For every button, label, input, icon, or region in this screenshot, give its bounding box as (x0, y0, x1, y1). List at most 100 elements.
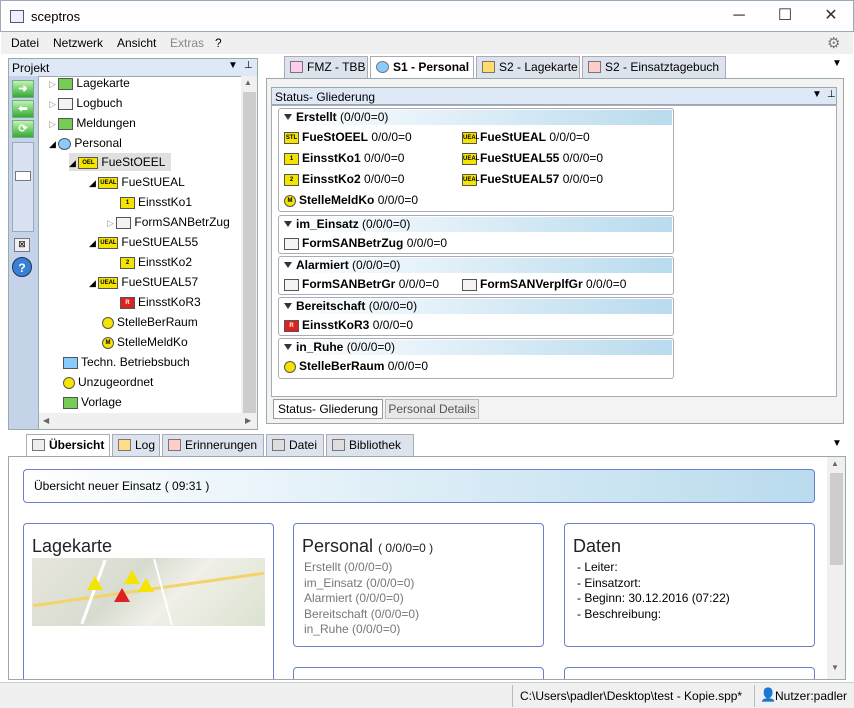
tree-item-techn-betriebsbuch[interactable]: Techn. Betriebsbuch (63, 353, 190, 371)
status-item-einsstkor3[interactable]: R EinsstKoR3 0/0/0=0 (284, 318, 413, 332)
scroll-right-icon[interactable]: ▶ (245, 416, 251, 425)
tent-icon (116, 216, 132, 229)
menu-extras[interactable]: Extras (170, 36, 204, 50)
tab-log[interactable]: Log (112, 434, 160, 456)
scroll-left-icon[interactable]: ◀ (43, 416, 49, 425)
group-header[interactable]: Erstellt (0/0/0=0) (280, 110, 672, 125)
status-item-fuestueal[interactable]: UEALFueStUEAL 0/0/0=0 (462, 130, 590, 144)
scroll-down-icon[interactable]: ▼ (831, 663, 839, 672)
minimize-button[interactable]: ─ (716, 1, 762, 32)
warning-marker-icon[interactable] (138, 578, 154, 592)
tree-vscrollbar[interactable]: ▲ (241, 76, 257, 414)
status-item-fuestoeel[interactable]: STL FueStOEEL 0/0/0=0 (284, 130, 412, 144)
map-thumbnail[interactable] (32, 558, 265, 626)
menu-help[interactable]: ? (215, 36, 222, 50)
collapse-icon[interactable]: ⊠ (14, 238, 30, 252)
subtab-personal-details[interactable]: Personal Details (385, 399, 479, 419)
group-header[interactable]: Alarmiert (0/0/0=0) (280, 258, 672, 273)
tab-s1-personal[interactable]: S1 - Personal (370, 56, 474, 79)
menu-datei[interactable]: Datei (11, 36, 39, 50)
scroll-up-icon[interactable]: ▲ (244, 78, 252, 87)
group-header[interactable]: in_Ruhe (0/0/0=0) (280, 340, 672, 355)
tab-fmz-tbb[interactable]: FMZ - TBB (284, 56, 368, 78)
tree-item-fuestoeel[interactable]: ◢ OEL FueStOEEL (69, 153, 172, 171)
menu-bar: Datei Netzwerk Ansicht Extras ? ⚙ (1, 32, 853, 54)
template-icon (63, 396, 78, 409)
dropdown-icon[interactable]: ▼ (228, 60, 238, 71)
tent-icon (284, 278, 299, 291)
daten-summary: - Leiter: - Einsatzort: - Beginn: 30.12.… (577, 560, 730, 621)
tab-erinnerungen[interactable]: Erinnerungen (162, 434, 264, 456)
tree-item-stellemeldko[interactable]: M StelleMeldKo (102, 333, 188, 351)
status-item-einsstko1[interactable]: 1 EinsstKo1 0/0/0=0 (284, 151, 404, 165)
close-button[interactable]: ✕ (808, 1, 854, 32)
zoom-slider[interactable] (12, 142, 34, 232)
ko2-icon: 2 (284, 173, 299, 186)
tab-s2-lagekarte[interactable]: S2 - Lagekarte (476, 56, 580, 78)
overview-header: Übersicht neuer Einsatz ( 09:31 ) (23, 469, 815, 503)
tree-item-einsstko2[interactable]: 2 EinsstKo2 (120, 253, 192, 271)
overview-icon (32, 439, 45, 451)
file-icon (272, 439, 285, 451)
tree-item-fuestueal[interactable]: ◢ UEAL FueStUEAL (89, 173, 185, 191)
tab-uebersicht[interactable]: Übersicht (26, 434, 110, 457)
library-icon (332, 439, 345, 451)
status-item-stelleberraum[interactable]: StelleBerRaum 0/0/0=0 (284, 359, 428, 373)
menu-ansicht[interactable]: Ansicht (117, 36, 156, 50)
tab-overflow-icon[interactable]: ▼ (832, 438, 842, 449)
scroll-thumb[interactable] (830, 473, 843, 565)
tree-item-unzugeordnet[interactable]: Unzugeordnet (63, 373, 153, 391)
arrow-left-icon[interactable]: ⬅ (12, 100, 34, 118)
tree-item-personal[interactable]: ◢ Personal (49, 134, 122, 152)
group-header[interactable]: Bereitschaft (0/0/0=0) (280, 299, 672, 314)
ko1-icon: 1 (284, 152, 299, 165)
tree-item-einsstko1[interactable]: 1 EinsstKo1 (120, 193, 192, 211)
help-icon[interactable]: ? (12, 257, 32, 277)
tree-toolbar: ➜ ⬅ ⟳ ⊠ ? (9, 76, 39, 429)
tree-item-einsstkor3[interactable]: R EinsstKoR3 (120, 293, 201, 311)
subtab-status-gliederung[interactable]: Status- Gliederung (273, 399, 383, 419)
gear-icon[interactable]: ⚙ (827, 34, 840, 52)
slider-handle[interactable] (15, 171, 31, 181)
status-item-einsstko2[interactable]: 2 EinsstKo2 0/0/0=0 (284, 172, 404, 186)
tab-overflow-icon[interactable]: ▼ (832, 58, 842, 69)
oel-icon: OEL (78, 156, 99, 169)
status-item-formsanverplfgr[interactable]: FormSANVerplfGr 0/0/0=0 (462, 277, 626, 291)
pin-icon[interactable]: ⊥ (827, 89, 836, 100)
status-item-formsanbetrzug[interactable]: FormSANBetrZug 0/0/0=0 (284, 236, 447, 250)
warning-marker-icon[interactable] (87, 576, 103, 590)
dropdown-icon[interactable]: ▼ (812, 89, 822, 100)
tree-item-formsanbetrzug[interactable]: ▷ FormSANBetrZug (107, 213, 230, 231)
warning-marker-icon[interactable] (114, 588, 130, 602)
tree-item-lagekarte[interactable]: ▷ Lagekarte (49, 74, 130, 92)
scroll-thumb[interactable] (243, 92, 256, 414)
status-item-formsanbetrgr[interactable]: FormSANBetrGr 0/0/0=0 (284, 277, 439, 291)
message-icon (58, 117, 74, 130)
status-item-fuestueal57[interactable]: UEALFueStUEAL57 0/0/0=0 (462, 172, 603, 186)
arrow-right-icon[interactable]: ➜ (12, 80, 34, 98)
refresh-icon[interactable]: ⟳ (12, 120, 34, 138)
group-header[interactable]: im_Einsatz (0/0/0=0) (280, 217, 672, 232)
tree-item-vorlage[interactable]: Vorlage (63, 393, 122, 411)
tent-icon (284, 237, 299, 250)
pin-icon[interactable]: ⊥ (244, 60, 253, 71)
card-daten[interactable]: Daten - Leiter: - Einsatzort: - Beginn: … (564, 523, 815, 647)
maximize-button[interactable]: ☐ (762, 1, 808, 32)
card-personal[interactable]: Personal ( 0/0/0=0 ) Erstellt (0/0/0=0) … (293, 523, 544, 647)
overview-vscrollbar[interactable]: ▲ ▼ (827, 457, 845, 679)
tree-item-stelleberraum[interactable]: StelleBerRaum (102, 313, 198, 331)
tree-hscrollbar[interactable]: ◀ ▶ (39, 413, 257, 429)
tree-item-fuestueal55[interactable]: ◢ UEAL FueStUEAL55 (89, 233, 198, 251)
scroll-up-icon[interactable]: ▲ (831, 459, 839, 468)
status-item-fuestueal55[interactable]: UEALFueStUEAL55 0/0/0=0 (462, 151, 603, 165)
tree-item-fuestueal57[interactable]: ◢ UEAL FueStUEAL57 (89, 273, 198, 291)
tab-s2-einsatztagebuch[interactable]: S2 - Einsatztagebuch (582, 56, 726, 78)
tree-item-logbuch[interactable]: ▷ Logbuch (49, 94, 122, 112)
tab-datei[interactable]: Datei (266, 434, 324, 456)
menu-netzwerk[interactable]: Netzwerk (53, 36, 103, 50)
m-icon: M (284, 194, 296, 207)
tree-item-meldungen[interactable]: ▷ Meldungen (49, 114, 136, 132)
tab-bibliothek[interactable]: Bibliothek (326, 434, 414, 456)
status-item-stellemeldko[interactable]: M StelleMeldKo 0/0/0=0 (284, 193, 418, 207)
card-lagekarte[interactable]: Lagekarte (23, 523, 274, 679)
